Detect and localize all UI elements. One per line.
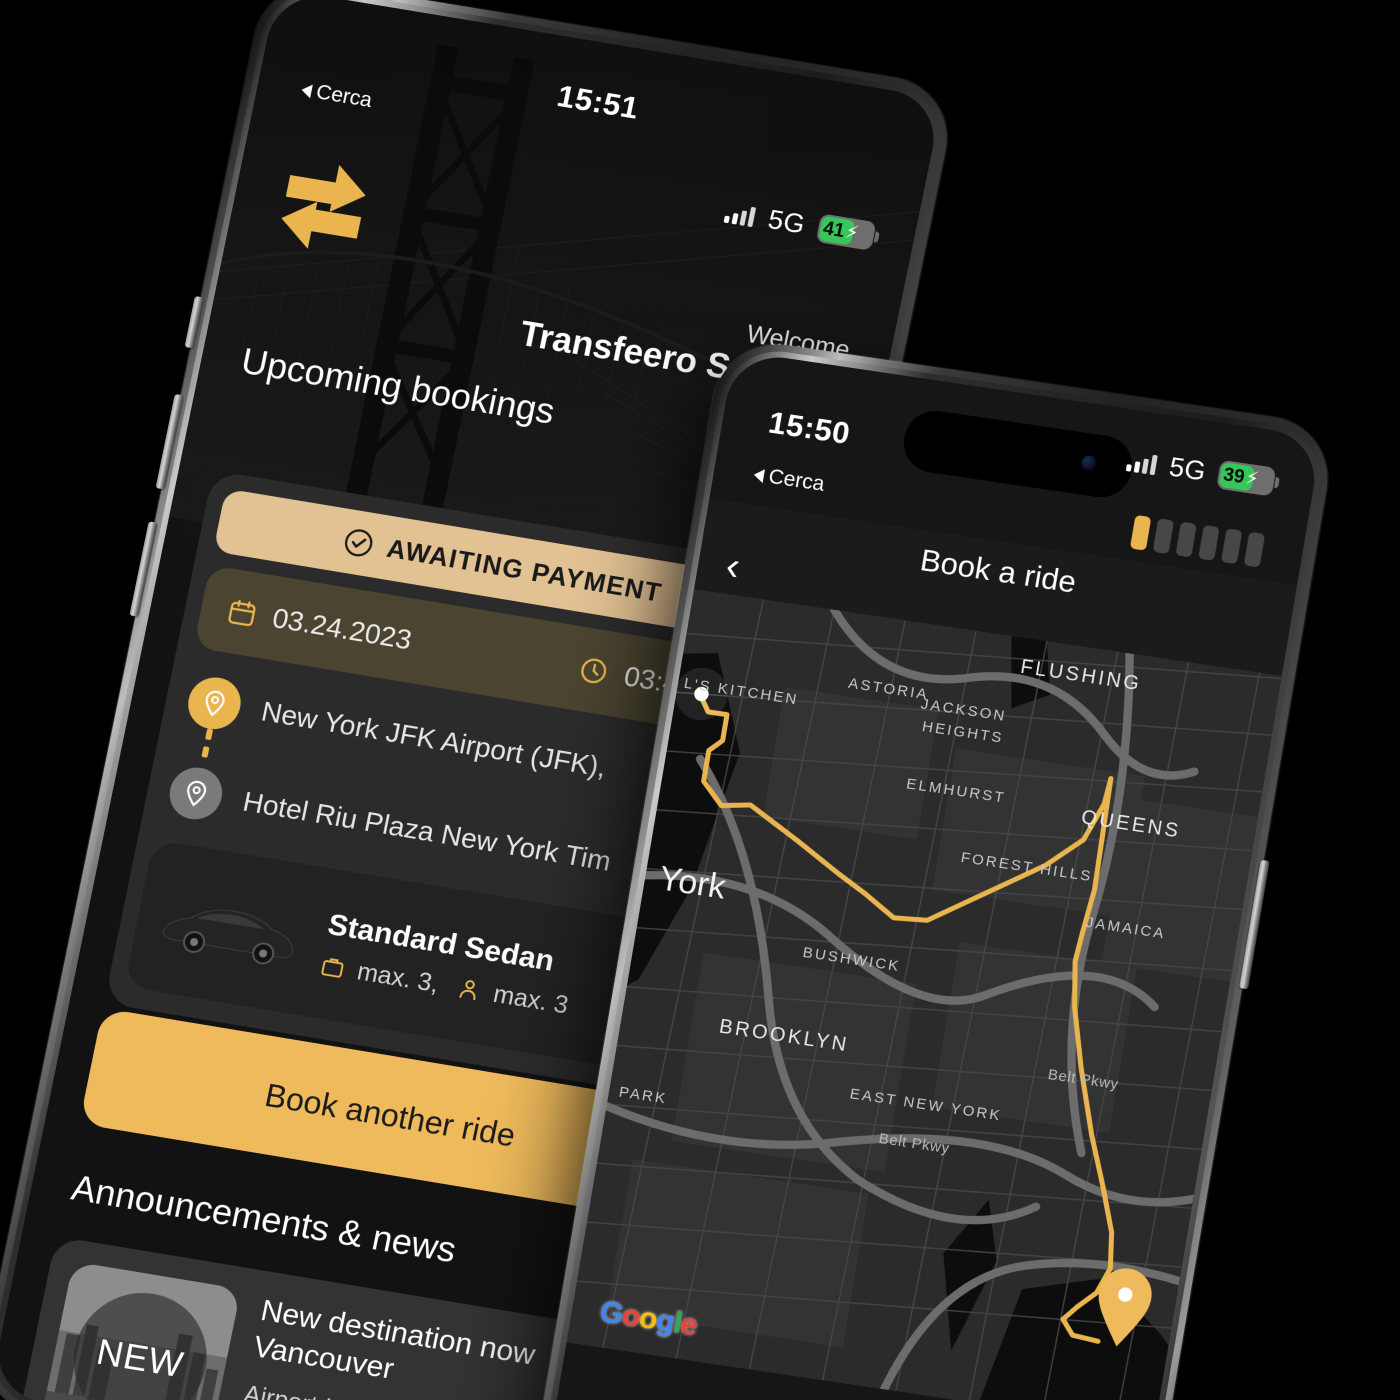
progress-step-3 bbox=[1175, 521, 1197, 558]
status-time: 15:50 bbox=[766, 404, 853, 452]
booking-status-label: AWAITING PAYMENT bbox=[384, 532, 665, 608]
progress-step-1 bbox=[1129, 514, 1152, 551]
announcement-thumbnail: NEW bbox=[39, 1261, 242, 1400]
dropoff-pin-icon bbox=[165, 763, 227, 824]
booking-date-group: 03.24.2023 bbox=[224, 595, 414, 657]
cellular-signal-icon bbox=[724, 202, 757, 227]
progress-step-2 bbox=[1152, 518, 1175, 555]
calendar-icon bbox=[228, 599, 256, 627]
sedan-car-image bbox=[162, 909, 294, 965]
mockup-stage: 15:51 Cerca 5G 41 ⚡ Welcome, Transfeero … bbox=[0, 0, 1400, 1400]
transfeero-logo-icon[interactable] bbox=[271, 153, 375, 261]
chevron-left-icon[interactable]: ‹ bbox=[723, 544, 744, 589]
back-status-indicators: 5G 41 ⚡ bbox=[723, 197, 877, 252]
back-to-search-link[interactable]: Cerca bbox=[299, 78, 374, 113]
back-label: Cerca bbox=[314, 80, 375, 113]
booking-progress-steps bbox=[1129, 514, 1266, 568]
network-type-label: 5G bbox=[1167, 451, 1209, 487]
back-triangle-icon bbox=[300, 82, 313, 99]
cellular-signal-icon bbox=[1126, 451, 1159, 475]
back-label: Cerca bbox=[766, 465, 827, 496]
battery-icon: 41 ⚡ bbox=[815, 213, 877, 251]
network-type-label: 5G bbox=[765, 204, 808, 240]
passenger-capacity: max. 3 bbox=[491, 979, 571, 1020]
progress-step-4 bbox=[1198, 524, 1220, 561]
pickup-pin-icon bbox=[183, 673, 246, 734]
battery-percent: 41 bbox=[821, 217, 847, 242]
clock-icon bbox=[581, 658, 607, 684]
back-triangle-icon bbox=[752, 467, 765, 484]
route-map[interactable]: FLUSHING ASTORIA JACKSON HEIGHTS L'S KITCHEN… bbox=[566, 589, 1282, 1400]
progress-step-6 bbox=[1243, 531, 1266, 568]
charging-bolt-icon: ⚡ bbox=[1243, 467, 1261, 491]
status-time: 15:51 bbox=[554, 78, 643, 126]
suitcase-icon bbox=[321, 958, 344, 978]
progress-step-5 bbox=[1220, 528, 1243, 565]
battery-percent: 39 bbox=[1221, 463, 1247, 488]
vehicle-info: Standard Sedan max. 3, max. 3 bbox=[317, 908, 580, 1021]
luggage-capacity: max. 3, bbox=[354, 956, 442, 998]
check-circle-icon bbox=[345, 529, 373, 557]
upcoming-bookings-title: Upcoming bookings bbox=[237, 339, 559, 432]
person-icon bbox=[459, 980, 476, 1001]
booking-date: 03.24.2023 bbox=[269, 602, 415, 656]
front-to-search-link[interactable]: Cerca bbox=[752, 463, 826, 497]
